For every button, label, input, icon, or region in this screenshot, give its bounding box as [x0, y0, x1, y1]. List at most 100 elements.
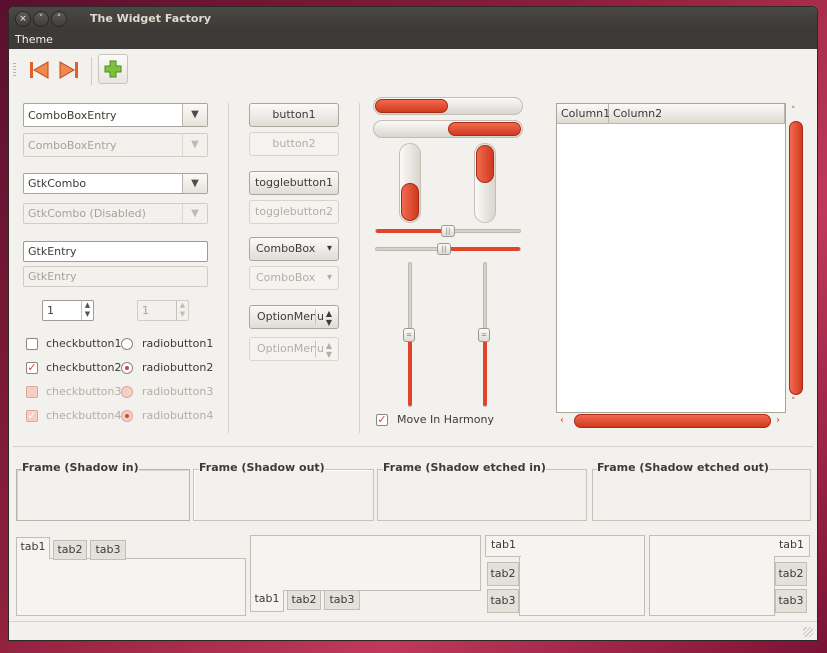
- menu-theme[interactable]: Theme: [15, 33, 53, 46]
- notebook-left-tab3[interactable]: tab3: [487, 589, 519, 613]
- comboboxentry[interactable]: ComboBoxEntry ▼: [23, 103, 208, 127]
- radiobutton2[interactable]: [121, 362, 133, 374]
- frame-shadow-etched-in-label: Frame (Shadow etched in): [383, 461, 546, 474]
- progress-bar-horizontal-2: [373, 120, 523, 138]
- progress-fill: [476, 145, 494, 183]
- gtkcombo[interactable]: GtkCombo ▼: [23, 173, 208, 194]
- notebook-right-tab2[interactable]: tab2: [775, 562, 807, 586]
- go-last-icon[interactable]: [56, 57, 82, 83]
- progress-bar-vertical-2: [474, 143, 496, 223]
- notebook-top-tab3[interactable]: tab3: [90, 540, 126, 560]
- close-icon[interactable]: ×: [15, 11, 31, 27]
- checkbutton3: [26, 386, 38, 398]
- progress-bar-vertical-1: [399, 143, 421, 223]
- title-bar: × ˅ ˄ The Widget Factory: [9, 7, 817, 31]
- statusbar-separator: [9, 621, 817, 622]
- gtkcombo-disabled-text: GtkCombo (Disabled): [28, 207, 146, 220]
- go-first-icon[interactable]: [26, 57, 52, 83]
- notebook-left-tab1[interactable]: tab1: [485, 535, 521, 557]
- frame-shadow-etched-out-label: Frame (Shadow etched out): [597, 461, 769, 474]
- chevron-down-icon: ▼: [182, 134, 207, 156]
- radiobutton1-label[interactable]: radiobutton1: [142, 337, 213, 350]
- menu-bar: Theme: [9, 31, 817, 49]
- notebook-right: [649, 535, 775, 616]
- spin-button[interactable]: 1 ▲ ▼: [42, 300, 94, 321]
- notebook-right-tab1[interactable]: tab1: [774, 535, 810, 557]
- notebook-right-tab3[interactable]: tab3: [775, 589, 807, 613]
- scroll-up-icon[interactable]: ˄: [791, 106, 801, 116]
- combobox-disabled: ComboBox ▾: [249, 266, 339, 290]
- hscale-2-slider[interactable]: ||: [437, 243, 451, 255]
- optionmenu[interactable]: OptionMenu ▲ ▼: [249, 305, 339, 329]
- optionmenu-disabled: OptionMenu ▲ ▼: [249, 337, 339, 361]
- frame-shadow-out: [193, 469, 374, 521]
- gtkentry-disabled-text: GtkEntry: [28, 270, 77, 283]
- chevron-down-icon[interactable]: ▾: [327, 238, 332, 260]
- radiobutton3: [121, 386, 133, 398]
- scroll-left-icon[interactable]: ‹: [560, 415, 570, 426]
- gtkentry-text[interactable]: GtkEntry: [28, 245, 76, 258]
- optionmenu-label[interactable]: OptionMenu: [257, 306, 324, 328]
- hscale-fill: [447, 247, 520, 251]
- radiobutton4-label: radiobutton4: [142, 409, 214, 422]
- updown-icon[interactable]: ▲ ▼: [326, 309, 332, 327]
- checkbutton1[interactable]: [26, 338, 38, 350]
- vscale-fill: [483, 333, 487, 406]
- add-icon: [104, 60, 122, 78]
- chevron-down-icon: ▼: [182, 204, 207, 223]
- frame-shadow-in-label: Frame (Shadow in): [22, 461, 139, 474]
- spin-arrows-icon: ▲ ▼: [176, 301, 188, 320]
- column-header-2[interactable]: Column2: [609, 104, 785, 124]
- move-in-harmony-label[interactable]: Move In Harmony: [397, 413, 494, 426]
- column-separator: [228, 103, 229, 433]
- progress-fill: [448, 122, 521, 136]
- vertical-scrollbar[interactable]: [789, 121, 803, 395]
- checkbutton2-label[interactable]: checkbutton2: [46, 361, 122, 374]
- vscale-fill: [408, 333, 412, 406]
- spin-disabled-value: 1: [142, 304, 149, 317]
- radiobutton4: [121, 410, 133, 422]
- progress-bar-horizontal-1: [373, 97, 523, 115]
- scroll-down-icon[interactable]: ˅: [791, 397, 801, 407]
- tree-view[interactable]: Column1 Column2: [556, 103, 786, 413]
- notebook-bottom-tab1[interactable]: tab1: [250, 590, 284, 612]
- notebook-top-tab1[interactable]: tab1: [16, 537, 50, 559]
- notebook-left-tab2[interactable]: tab2: [487, 562, 519, 586]
- minimize-icon[interactable]: ˅: [33, 11, 49, 27]
- spin-value[interactable]: 1: [47, 304, 54, 317]
- window-title: The Widget Factory: [90, 12, 212, 25]
- notebook-left: [519, 535, 645, 616]
- horizontal-scrollbar[interactable]: [574, 414, 771, 428]
- combobox[interactable]: ComboBox ▾: [249, 237, 339, 261]
- notebook-bottom-tab3[interactable]: tab3: [324, 590, 360, 610]
- toolbar-grip[interactable]: [13, 63, 16, 77]
- hscale-1-slider[interactable]: ||: [441, 225, 455, 237]
- gtkentry[interactable]: GtkEntry: [23, 241, 208, 262]
- combobox-label[interactable]: ComboBox: [256, 238, 315, 260]
- radiobutton3-label: radiobutton3: [142, 385, 214, 398]
- add-button[interactable]: [98, 54, 128, 84]
- button1[interactable]: button1: [249, 103, 339, 127]
- frame-shadow-etched-out: [592, 469, 811, 521]
- radiobutton2-label[interactable]: radiobutton2: [142, 361, 213, 374]
- scroll-right-icon[interactable]: ›: [776, 415, 786, 426]
- maximize-icon[interactable]: ˄: [51, 11, 67, 27]
- checkbutton1-label[interactable]: checkbutton1: [46, 337, 122, 350]
- chevron-down-icon[interactable]: ▼: [182, 174, 207, 193]
- vscale-1-slider[interactable]: =: [403, 327, 415, 342]
- combobox-disabled-label: ComboBox: [256, 271, 316, 284]
- chevron-down-icon[interactable]: ▼: [182, 104, 207, 126]
- move-in-harmony-check[interactable]: ✓: [376, 414, 388, 426]
- notebook-bottom-tab2[interactable]: tab2: [287, 590, 321, 610]
- radiobutton1[interactable]: [121, 338, 133, 350]
- toolbar: [9, 49, 817, 93]
- resize-grip-icon[interactable]: [803, 627, 813, 637]
- togglebutton1[interactable]: togglebutton1: [249, 171, 339, 195]
- spin-arrows-icon[interactable]: ▲ ▼: [81, 301, 93, 320]
- comboboxentry-text[interactable]: ComboBoxEntry: [28, 109, 117, 122]
- vscale-2-slider[interactable]: =: [478, 327, 490, 342]
- column-header-1[interactable]: Column1: [557, 104, 610, 124]
- checkbutton2[interactable]: ✓: [26, 362, 38, 374]
- notebook-top-tab2[interactable]: tab2: [53, 540, 87, 560]
- gtkcombo-text[interactable]: GtkCombo: [28, 177, 86, 190]
